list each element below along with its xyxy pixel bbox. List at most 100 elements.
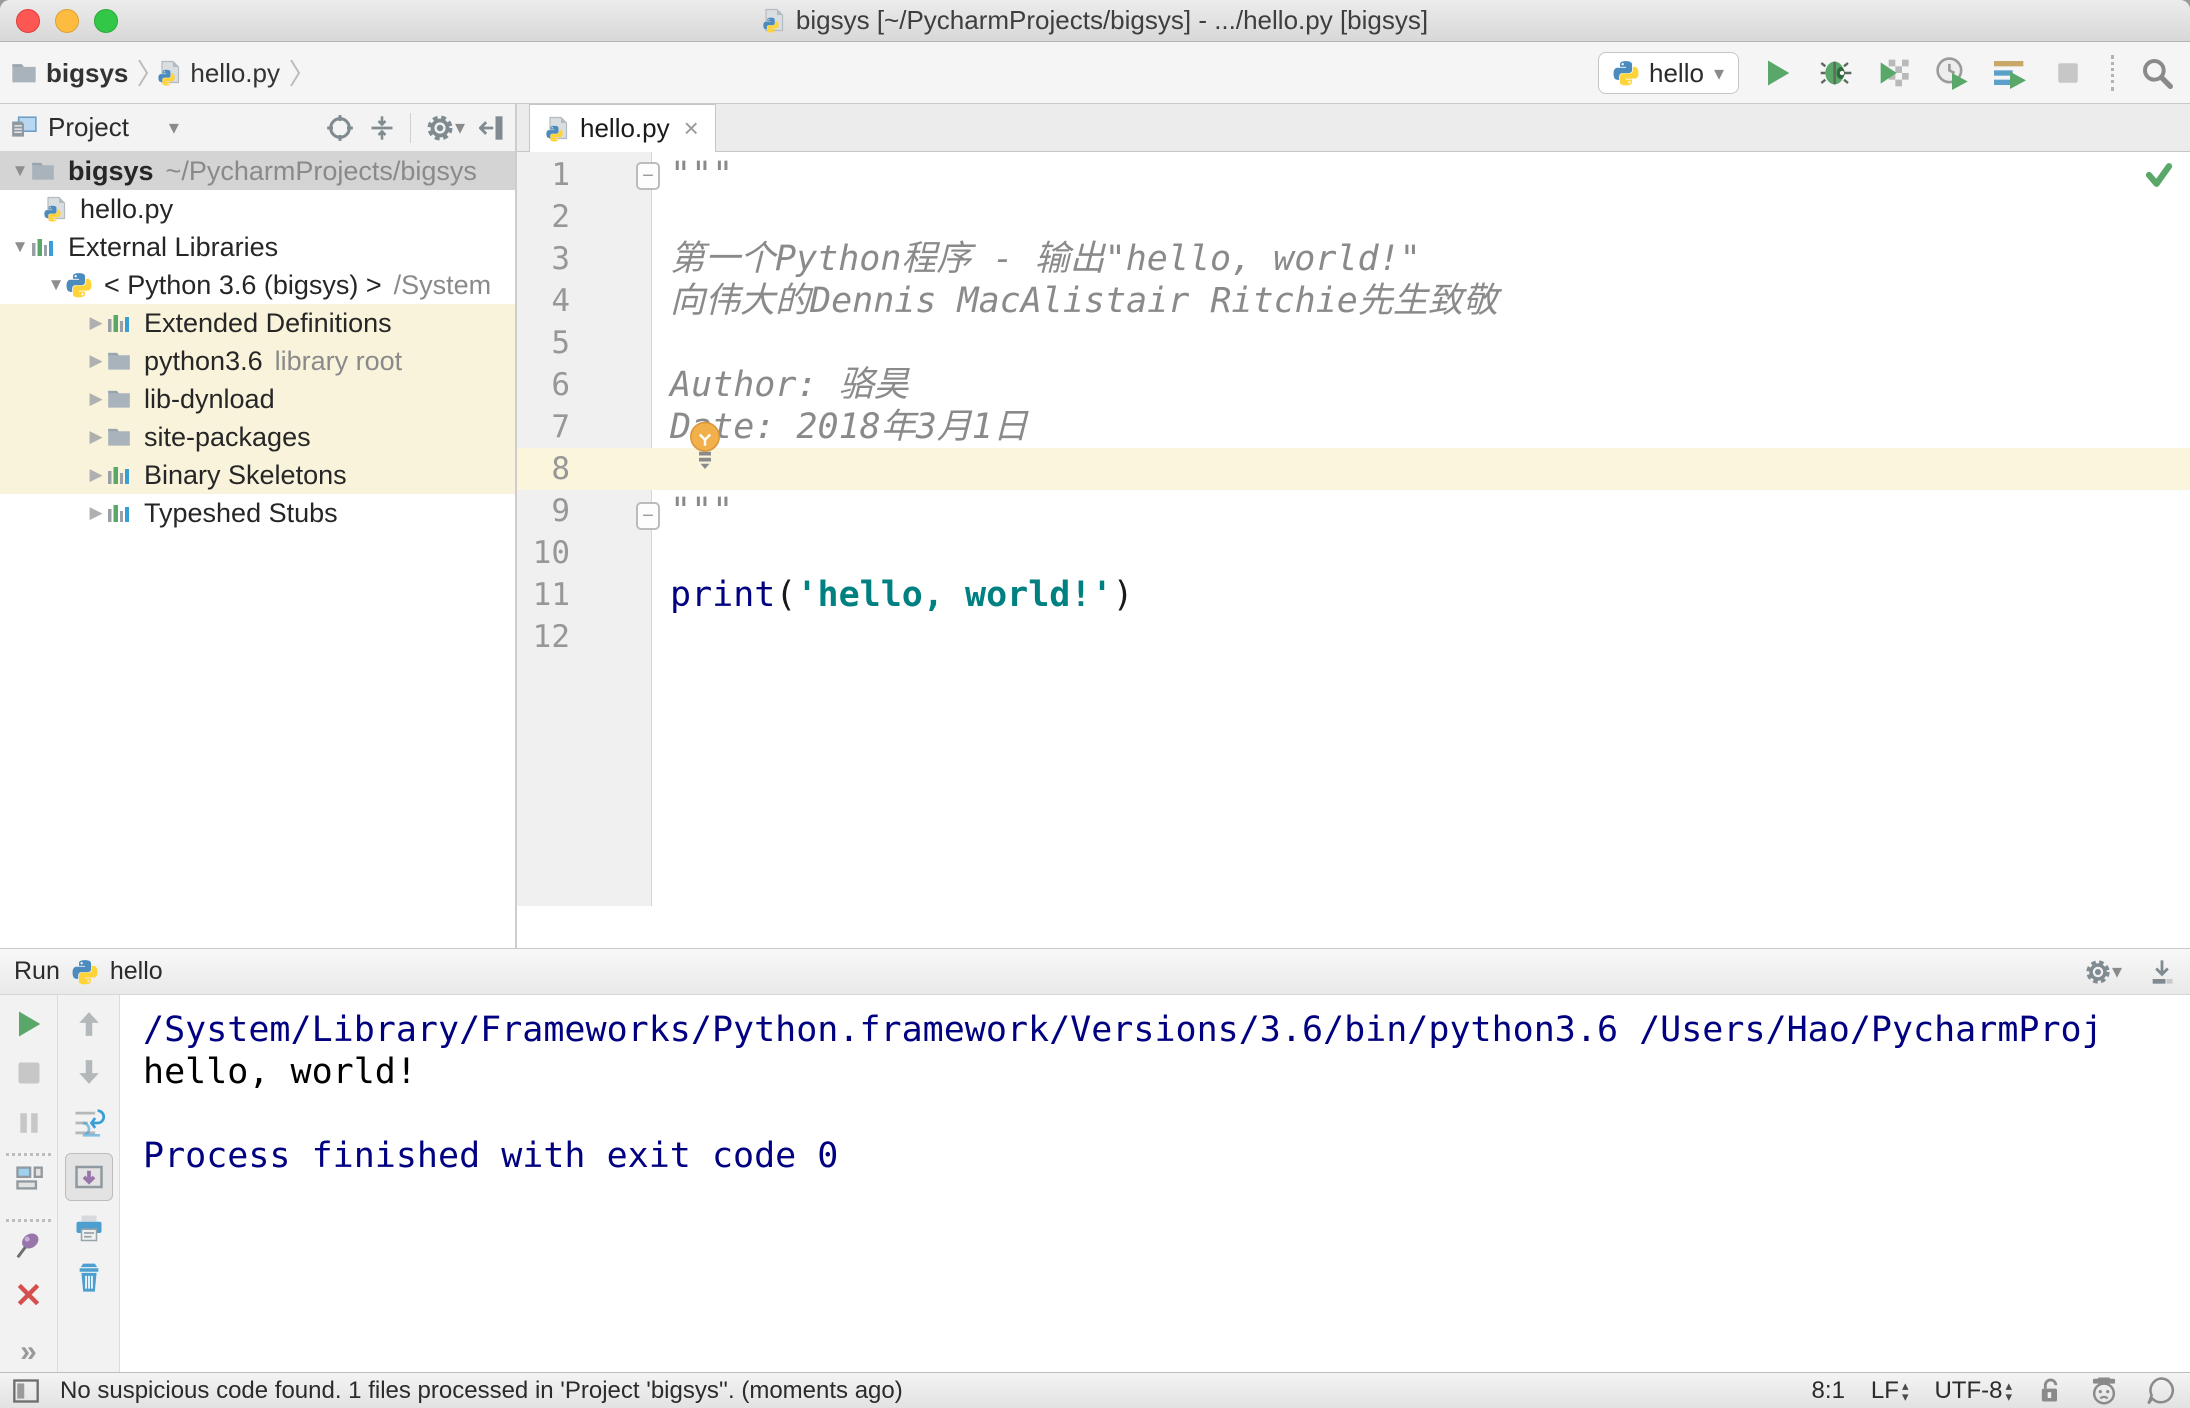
- hector-inspector-icon[interactable]: [2088, 1376, 2120, 1406]
- prev-occurrence-button[interactable]: [58, 1009, 119, 1039]
- code-editor[interactable]: 1 2 3 4 5 6 7 8 9 10 11 12 """ 第一个Python…: [517, 152, 2190, 906]
- run-panel-body: ✕ » /System/Library/Frameworks/Python.fr…: [0, 995, 2190, 1373]
- tree-row-python-3-6[interactable]: ▼ < Python 3.6 (bigsys) > /System: [0, 266, 515, 304]
- soft-wrap-button[interactable]: [58, 1107, 119, 1139]
- line-number: 12: [532, 619, 570, 655]
- title-bar[interactable]: bigsys [~/PycharmProjects/bigsys] - .../…: [0, 0, 2190, 42]
- fold-marker-start[interactable]: −: [636, 162, 660, 190]
- tree-expanded-icon[interactable]: ▼: [46, 275, 66, 295]
- run-toolbar: hello ▾: [1598, 42, 2176, 104]
- tree-collapsed-icon[interactable]: ▶: [86, 427, 106, 447]
- debug-button[interactable]: [1817, 54, 1855, 92]
- inspections-ok-icon[interactable]: [2144, 160, 2174, 190]
- line-number: 9: [551, 493, 570, 529]
- tab-label: hello.py: [580, 113, 670, 143]
- zoom-window-button[interactable]: [94, 9, 118, 33]
- fold-marker-end[interactable]: −: [636, 502, 660, 530]
- line-number: 8: [551, 451, 570, 487]
- project-panel-title[interactable]: Project: [48, 112, 129, 143]
- folder-icon: [108, 352, 130, 370]
- minimize-window-button[interactable]: [55, 9, 79, 33]
- close-window-button[interactable]: [16, 9, 40, 33]
- print-button[interactable]: [58, 1213, 119, 1243]
- breadcrumb-project[interactable]: bigsys: [46, 58, 128, 89]
- toolbar-separator: [6, 1219, 51, 1222]
- scroll-to-end-button[interactable]: [65, 1153, 113, 1201]
- encoding-select[interactable]: UTF-8 ▴ ▾: [1934, 1377, 2012, 1405]
- tree-row-python3-6-root[interactable]: ▶ python3.6 library root: [0, 342, 515, 380]
- feedback-bubble-icon[interactable]: [2146, 1376, 2176, 1406]
- project-tool-window: Project ▾ ▾ ▼ bigsys ~/PycharmProjects/b…: [0, 104, 517, 948]
- tree-row-extended-definitions[interactable]: ▶ Extended Definitions: [0, 304, 515, 342]
- project-tree: ▼ bigsys ~/PycharmProjects/bigsys hello.…: [0, 152, 515, 532]
- gear-icon: [425, 113, 455, 143]
- tree-row-site-packages[interactable]: ▶ site-packages: [0, 418, 515, 456]
- tree-expanded-icon[interactable]: ▼: [10, 237, 30, 257]
- pause-icon: [19, 1113, 38, 1133]
- rerun-button[interactable]: [0, 1009, 57, 1039]
- coverage-icon: [1880, 59, 1909, 87]
- code-line-11: print('hello, world!'): [652, 574, 2190, 616]
- hide-panel-down-icon[interactable]: [2148, 958, 2176, 986]
- search-everywhere-button[interactable]: [2138, 54, 2176, 92]
- tree-collapsed-icon[interactable]: ▶: [86, 465, 106, 485]
- intention-bulb-icon[interactable]: [687, 420, 723, 470]
- more-actions-button[interactable]: »: [0, 1335, 57, 1369]
- run-console-output[interactable]: /System/Library/Frameworks/Python.framew…: [121, 995, 2190, 1373]
- stop-button[interactable]: [2049, 54, 2087, 92]
- tree-row-external-libraries[interactable]: ▼ External Libraries: [0, 228, 515, 266]
- paren: ): [1112, 575, 1134, 615]
- bug-icon: [1820, 61, 1852, 85]
- tab-hello-py[interactable]: hello.py ×: [529, 104, 716, 152]
- panel-settings-button[interactable]: ▾: [425, 113, 465, 143]
- next-occurrence-button[interactable]: [58, 1057, 119, 1087]
- tree-collapsed-icon[interactable]: ▶: [86, 503, 106, 523]
- tree-collapsed-icon[interactable]: ▶: [86, 351, 106, 371]
- unlock-icon[interactable]: [2038, 1377, 2062, 1405]
- run-panel-header[interactable]: Run hello ▾: [0, 949, 2190, 995]
- restore-layout-button[interactable]: [0, 1163, 57, 1193]
- caret-position[interactable]: 8:1: [1812, 1377, 1845, 1405]
- tree-row-binary-skeletons[interactable]: ▶ Binary Skeletons: [0, 456, 515, 494]
- string-literal: 'hello, world!': [796, 575, 1113, 615]
- library-icon: [108, 315, 129, 332]
- close-panel-button[interactable]: ✕: [0, 1279, 57, 1313]
- locate-file-icon[interactable]: [326, 114, 354, 142]
- line-number: 2: [551, 199, 570, 235]
- tool-window-toggle-icon[interactable]: [12, 1378, 40, 1404]
- tree-expanded-icon[interactable]: ▼: [10, 161, 30, 181]
- run-panel-settings-button[interactable]: ▾: [2084, 958, 2122, 986]
- pause-output-button[interactable]: [0, 1109, 57, 1137]
- tree-collapsed-icon[interactable]: ▶: [86, 389, 106, 409]
- concurrency-diagram-button[interactable]: [1991, 54, 2029, 92]
- python-file-icon: [158, 59, 182, 87]
- tree-row-hello-py[interactable]: hello.py: [0, 190, 515, 228]
- pin-tab-button[interactable]: [0, 1231, 57, 1261]
- clear-all-button[interactable]: [58, 1261, 119, 1293]
- line-separator-select[interactable]: LF ▴ ▾: [1871, 1377, 1909, 1405]
- profiler-button[interactable]: [1933, 54, 1971, 92]
- traffic-lights: [16, 9, 118, 33]
- tree-row-lib-dynload[interactable]: ▶ lib-dynload: [0, 380, 515, 418]
- status-message[interactable]: No suspicious code found. 1 files proces…: [60, 1377, 903, 1405]
- run-with-coverage-button[interactable]: [1875, 54, 1913, 92]
- tree-collapsed-icon[interactable]: ▶: [86, 313, 106, 333]
- stop-process-button[interactable]: [0, 1059, 57, 1087]
- project-panel-header: Project ▾ ▾: [0, 104, 515, 152]
- collapse-all-icon[interactable]: [368, 114, 396, 142]
- window-title: bigsys [~/PycharmProjects/bigsys] - .../…: [762, 5, 1428, 36]
- tree-row-typeshed-stubs[interactable]: ▶ Typeshed Stubs: [0, 494, 515, 532]
- search-icon: [2143, 59, 2173, 89]
- chevron-down-icon[interactable]: ▾: [169, 115, 179, 140]
- chevron-right-icon: [290, 59, 301, 87]
- run-button[interactable]: [1759, 54, 1797, 92]
- hide-panel-icon[interactable]: [479, 114, 505, 142]
- run-configuration-select[interactable]: hello ▾: [1598, 52, 1739, 94]
- clock-play-icon: [1936, 57, 1968, 90]
- gear-icon: [2084, 958, 2112, 986]
- close-icon[interactable]: ×: [684, 113, 699, 144]
- tree-row-bigsys[interactable]: ▼ bigsys ~/PycharmProjects/bigsys: [0, 152, 515, 190]
- breadcrumb-file[interactable]: hello.py: [190, 58, 280, 89]
